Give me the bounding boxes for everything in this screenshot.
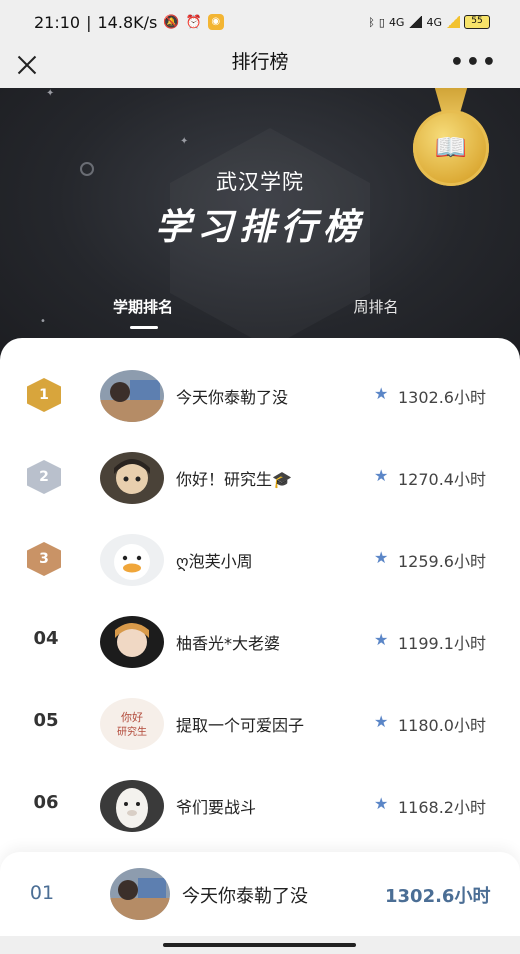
list-item[interactable]: 06 爷们要战斗 ★ 1168.2小时	[0, 764, 520, 846]
rank-number: 05	[33, 710, 59, 731]
rank-number: 3	[27, 542, 61, 576]
my-rank-number: 01	[29, 882, 55, 904]
silver-rank-badge: 2	[26, 459, 62, 495]
list-item[interactable]: 05 你好 研究生 提取一个可爱因子 ★ 1180.0小时	[0, 682, 520, 764]
study-hours: 1259.6小时	[398, 552, 486, 571]
study-hours: 1180.0小时	[398, 716, 486, 735]
active-tab-indicator	[130, 326, 158, 329]
home-gesture-bar[interactable]	[163, 943, 356, 947]
signal-4g-icon	[408, 16, 423, 28]
avatar[interactable]	[100, 616, 164, 668]
user-name: ღ泡芙小周	[176, 552, 253, 571]
sparkle-icon: •	[40, 316, 46, 327]
study-hours: 1302.6小时	[398, 388, 486, 407]
my-avatar[interactable]	[110, 868, 170, 920]
my-rank-bar[interactable]: 01 今天你泰勒了没 1302.6小时	[0, 852, 520, 936]
more-options-icon[interactable]: •••	[450, 50, 498, 75]
network-speed: 14.8K/s	[97, 12, 158, 32]
user-name: 爷们要战斗	[176, 798, 257, 817]
hero-banner: ✦ ✦ • 📖 武汉学院 学习排行榜 学期排名 周排名	[0, 88, 520, 368]
mute-icon: 🔕	[163, 14, 180, 30]
bluetooth-icon: ᛒ	[368, 15, 375, 29]
status-bar: 21:10 | 14.8K/s 🔕 ⏰ ◉ ᛒ ▯ 4G 4G 55	[0, 0, 520, 44]
avatar[interactable]	[100, 452, 164, 504]
nav-bar: 排行榜 •••	[0, 44, 520, 88]
study-hours: 1168.2小时	[398, 798, 486, 817]
star-icon: ★	[374, 712, 389, 731]
vibrate-icon: ▯	[378, 15, 385, 29]
status-time: 21:10	[34, 12, 81, 32]
my-user-name: 今天你泰勒了没	[182, 886, 308, 907]
study-hours: 1270.4小时	[398, 470, 486, 489]
rank-number: 06	[33, 792, 59, 813]
sparkle-icon: ✦	[180, 136, 189, 147]
user-name: 你好！研究生🎓	[176, 470, 292, 489]
avatar-text: 你好	[121, 710, 143, 724]
list-item[interactable]: 3 ღ泡芙小周 ★ 1259.6小时	[0, 518, 520, 600]
status-left: 21:10 | 14.8K/s 🔕 ⏰ ◉	[34, 13, 224, 32]
tab-term-ranking[interactable]: 学期排名	[88, 296, 198, 317]
star-icon: ★	[374, 630, 389, 649]
avatar[interactable]	[100, 780, 164, 832]
signal-4g-icon	[446, 16, 460, 28]
user-name: 提取一个可爱因子	[176, 716, 305, 735]
rank-number: 04	[33, 628, 59, 649]
sparkle-icon: ✦	[46, 88, 55, 99]
avatar[interactable]	[100, 534, 164, 586]
gesture-area	[0, 936, 520, 954]
gold-rank-badge: 1	[26, 377, 62, 413]
user-name: 柚香光*大老婆	[176, 634, 281, 653]
ranking-list: 1 今天你泰勒了没 ★ 1302.6小时 2 你好！研究生🎓 ★ 1270.4小…	[0, 338, 520, 858]
page-title: 排行榜	[231, 51, 289, 73]
bronze-rank-badge: 3	[26, 541, 62, 577]
school-name: 武汉学院	[216, 170, 304, 194]
avatar[interactable]: 你好 研究生	[100, 698, 164, 750]
alarm-icon: ⏰	[185, 14, 202, 30]
list-item[interactable]: 2 你好！研究生🎓 ★ 1270.4小时	[0, 436, 520, 518]
star-icon: ★	[374, 384, 389, 403]
avatar-text: 研究生	[117, 725, 147, 738]
star-icon: ★	[374, 466, 389, 485]
leaderboard-title: 学习排行榜	[154, 207, 365, 248]
rank-number: 1	[27, 378, 61, 412]
status-right: ᛒ ▯ 4G 4G 55	[368, 15, 490, 29]
app-badge-icon: ◉	[207, 14, 224, 30]
rank-number: 2	[27, 460, 61, 494]
signal-label-2: 4G	[426, 15, 442, 29]
signal-label-1: 4G	[388, 15, 405, 29]
list-item[interactable]: 04 柚香光*大老婆 ★ 1199.1小时	[0, 600, 520, 682]
study-hours: 1199.1小时	[398, 634, 486, 653]
avatar[interactable]	[100, 370, 164, 422]
star-icon: ★	[374, 548, 389, 567]
star-icon: ★	[374, 794, 389, 813]
list-item[interactable]: 1 今天你泰勒了没 ★ 1302.6小时	[0, 354, 520, 436]
tab-week-ranking[interactable]: 周排名	[321, 296, 431, 317]
battery-icon: 55	[464, 15, 490, 29]
user-name: 今天你泰勒了没	[176, 388, 289, 407]
my-study-hours: 1302.6小时	[385, 886, 491, 907]
status-divider: |	[86, 12, 92, 32]
